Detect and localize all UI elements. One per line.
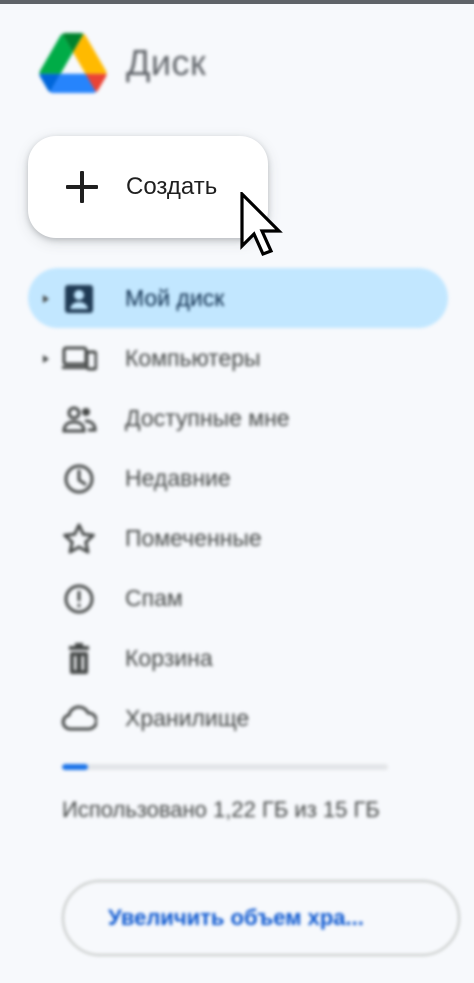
mouse-pointer-icon — [240, 192, 283, 257]
shared-with-me-icon — [62, 406, 97, 433]
sidebar-item-label: Корзина — [125, 644, 213, 671]
computers-icon — [62, 346, 97, 371]
trash-icon — [69, 643, 89, 674]
sidebar-item-label: Хранилище — [125, 704, 250, 731]
storage-usage-text: Использовано 1,22 ГБ из 15 ГБ — [62, 797, 380, 822]
sidebar-item-label: Компьютеры — [125, 344, 261, 371]
spam-icon — [64, 584, 94, 614]
sidebar-item-shared-with-me[interactable]: Доступные мне — [28, 388, 448, 448]
create-button-label: Создать — [126, 173, 218, 200]
sidebar-item-label: Доступные мне — [125, 404, 290, 431]
sidebar-item-label: Спам — [125, 584, 183, 611]
clock-icon — [64, 464, 94, 494]
app-header: Диск — [38, 32, 206, 94]
expand-arrow-icon[interactable] — [43, 355, 49, 363]
sidebar-item-trash[interactable]: Корзина — [28, 628, 448, 688]
upgrade-storage-button[interactable]: Увеличить объем хра... — [62, 880, 460, 956]
my-drive-icon — [65, 285, 93, 313]
expand-arrow-icon[interactable] — [43, 295, 49, 303]
upgrade-storage-label: Увеличить объем хра... — [108, 905, 364, 930]
sidebar-item-storage[interactable]: Хранилище — [28, 688, 448, 748]
google-drive-logo-icon[interactable] — [38, 33, 108, 93]
sidebar-item-label: Помеченные — [125, 524, 262, 551]
cloud-icon — [61, 705, 97, 731]
storage-usage-bar — [62, 764, 388, 770]
sidebar-item-label: Мой диск — [125, 284, 225, 311]
sidebar-item-starred[interactable]: Помеченные — [28, 508, 448, 568]
star-icon — [63, 523, 95, 554]
plus-icon — [66, 171, 98, 203]
app-title: Диск — [126, 42, 207, 83]
sidebar-item-my-drive[interactable]: Мой диск — [28, 268, 448, 328]
sidebar-nav: Мой диск Компьютеры Доступные мне Недавн… — [28, 268, 448, 748]
window-top-edge — [0, 0, 474, 4]
sidebar-item-spam[interactable]: Спам — [28, 568, 448, 628]
create-button[interactable]: Создать — [28, 136, 268, 238]
storage-usage-fill — [62, 764, 89, 770]
sidebar-item-recent[interactable]: Недавние — [28, 448, 448, 508]
sidebar-item-computers[interactable]: Компьютеры — [28, 328, 448, 388]
sidebar-item-label: Недавние — [125, 464, 231, 491]
